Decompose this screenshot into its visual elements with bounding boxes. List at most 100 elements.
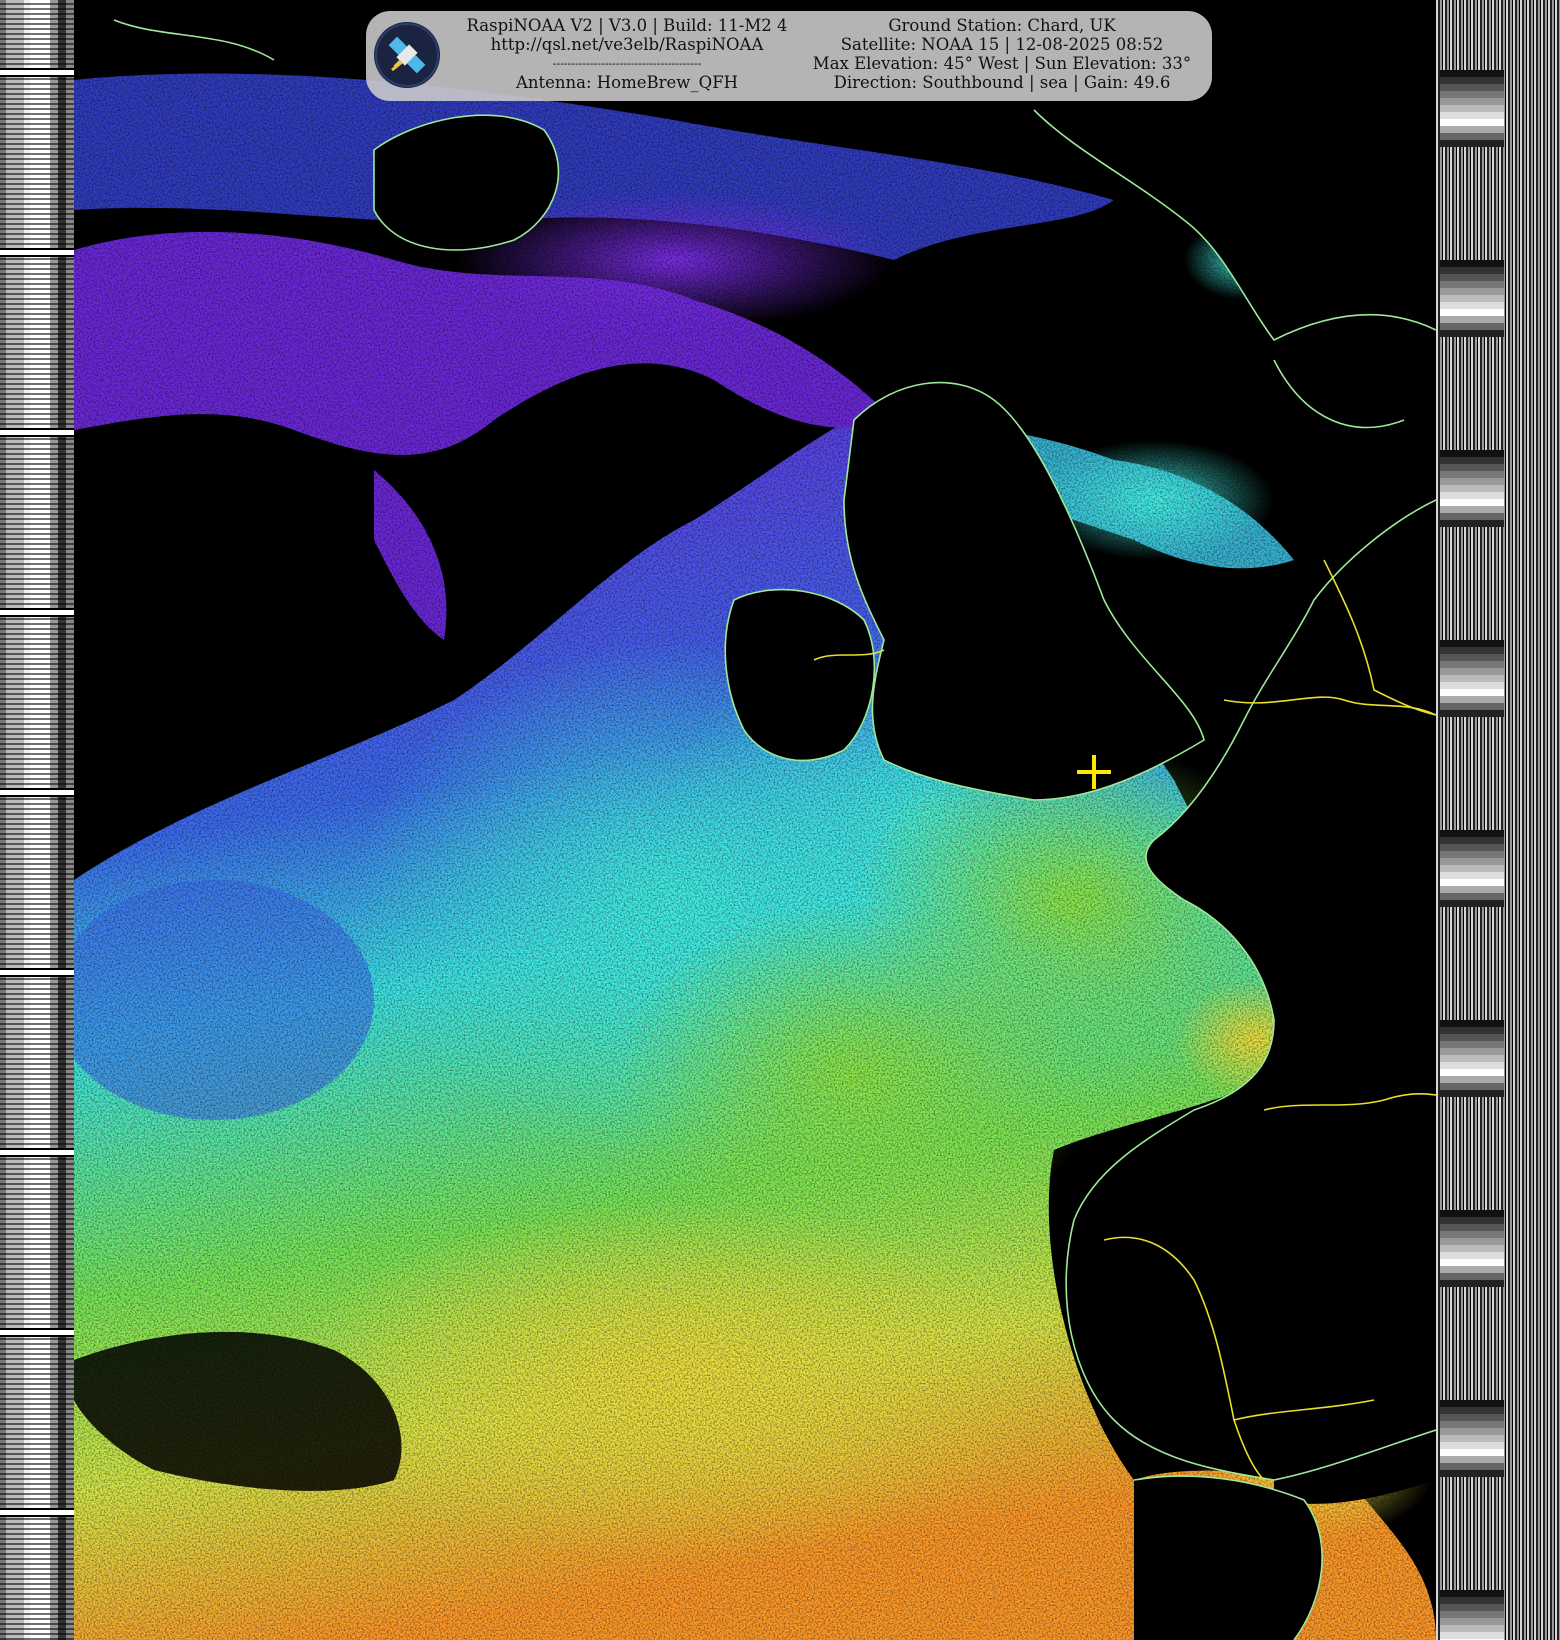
calibration-wedge-step xyxy=(1440,1590,1504,1597)
calibration-wedge-step xyxy=(1440,1252,1504,1259)
calibration-wedge-step xyxy=(1440,133,1504,140)
calibration-wedge-step xyxy=(1440,1435,1504,1442)
calibration-wedge-step xyxy=(1440,851,1504,858)
calibration-wedge-step xyxy=(1440,1083,1504,1090)
calibration-wedge-step xyxy=(1440,1632,1504,1639)
calibration-wedge-step xyxy=(1440,1020,1504,1027)
calibration-wedge-step xyxy=(1440,119,1504,126)
calibration-wedge-step xyxy=(1440,1062,1504,1069)
calibration-wedge-step xyxy=(1440,112,1504,119)
calibration-wedge-step xyxy=(1440,682,1504,689)
sync-marker xyxy=(0,68,74,77)
calibration-wedge-step xyxy=(1440,1259,1504,1266)
calibration-wedge-step xyxy=(1440,1400,1504,1407)
calibration-wedge-step xyxy=(1440,140,1504,147)
calibration-wedge-step xyxy=(1440,471,1504,478)
software-info: RaspiNOAA V2 | V3.0 | Build: 11-M2 4 htt… xyxy=(462,16,792,92)
sync-marker xyxy=(0,248,74,257)
sync-marker xyxy=(0,788,74,797)
calibration-wedge-step xyxy=(1440,288,1504,295)
sync-marker xyxy=(0,428,74,437)
calibration-wedge-step xyxy=(1440,830,1504,837)
calibration-wedge-step xyxy=(1440,1069,1504,1076)
crosshair-vertical xyxy=(1092,755,1096,789)
calibration-wedge-step xyxy=(1440,640,1504,647)
calibration-wedge-step xyxy=(1440,1224,1504,1231)
sync-marker xyxy=(0,1508,74,1517)
calibration-wedge-step xyxy=(1440,893,1504,900)
calibration-wedge-step xyxy=(1440,1048,1504,1055)
satellite-logo-icon xyxy=(374,22,440,88)
calibration-wedge-step xyxy=(1440,302,1504,309)
calibration-wedge-step xyxy=(1440,900,1504,907)
calibration-wedge-step xyxy=(1440,872,1504,879)
info-divider: ---------------------------------------- xyxy=(552,57,702,70)
calibration-wedge-step xyxy=(1440,70,1504,77)
calibration-wedge-step xyxy=(1440,1618,1504,1625)
calibration-wedge-step xyxy=(1440,1456,1504,1463)
project-url: http://qsl.net/ve3elb/RaspiNOAA xyxy=(490,35,764,54)
calibration-wedge-step xyxy=(1440,647,1504,654)
calibration-wedge-step xyxy=(1440,1449,1504,1456)
satellite-map xyxy=(74,0,1436,1640)
calibration-wedge-step xyxy=(1440,844,1504,851)
calibration-wedge-step xyxy=(1440,295,1504,302)
calibration-wedge-step xyxy=(1440,492,1504,499)
calibration-wedge-step xyxy=(1440,1210,1504,1217)
ground-station-crosshair-icon xyxy=(1077,755,1111,789)
calibration-wedge-step xyxy=(1440,485,1504,492)
calibration-wedge-step xyxy=(1440,703,1504,710)
calibration-wedge-step xyxy=(1440,675,1504,682)
calibration-wedge-step xyxy=(1440,858,1504,865)
calibration-wedge-step xyxy=(1440,77,1504,84)
elevation-info: Max Elevation: 45° West | Sun Elevation:… xyxy=(812,54,1192,73)
sync-marker xyxy=(0,968,74,977)
calibration-wedge-step xyxy=(1440,267,1504,274)
calibration-wedge-step xyxy=(1440,1414,1504,1421)
calibration-wedge-step xyxy=(1440,696,1504,703)
calibration-wedge-step xyxy=(1440,689,1504,696)
sync-marker xyxy=(0,1328,74,1337)
calibration-wedge-step xyxy=(1440,316,1504,323)
calibration-wedge-step xyxy=(1440,457,1504,464)
calibration-wedge-step xyxy=(1440,330,1504,337)
calibration-wedge-step xyxy=(1440,309,1504,316)
calibration-wedge-step xyxy=(1440,513,1504,520)
calibration-wedge-step xyxy=(1440,886,1504,893)
calibration-wedge-step xyxy=(1440,126,1504,133)
telemetry-strip-right xyxy=(1436,0,1560,1640)
calibration-wedge-step xyxy=(1440,1273,1504,1280)
calibration-wedge-step xyxy=(1440,499,1504,506)
software-version: RaspiNOAA V2 | V3.0 | Build: 11-M2 4 xyxy=(466,16,788,35)
calibration-wedge-step xyxy=(1440,1231,1504,1238)
calibration-wedge-step xyxy=(1440,1407,1504,1414)
antenna-info: Antenna: HomeBrew_QFH xyxy=(515,73,739,92)
calibration-wedge-step xyxy=(1440,1055,1504,1062)
calibration-wedge-step xyxy=(1440,323,1504,330)
pass-details: Ground Station: Chard, UK Satellite: NOA… xyxy=(798,16,1206,92)
calibration-wedge-step xyxy=(1440,710,1504,717)
calibration-wedge-step xyxy=(1440,274,1504,281)
calibration-wedge-step xyxy=(1440,1280,1504,1287)
calibration-wedge-step xyxy=(1440,98,1504,105)
calibration-wedge-step xyxy=(1440,478,1504,485)
calibration-wedge-step xyxy=(1440,654,1504,661)
sync-marker xyxy=(0,1148,74,1157)
calibration-wedge-step xyxy=(1440,1604,1504,1611)
calibration-wedge-step xyxy=(1440,1470,1504,1477)
calibration-wedge-step xyxy=(1440,450,1504,457)
calibration-wedge-step xyxy=(1440,281,1504,288)
calibration-wedges xyxy=(1440,70,1504,1640)
calibration-wedge-step xyxy=(1440,1034,1504,1041)
calibration-wedge-step xyxy=(1440,1245,1504,1252)
calibration-wedge-step xyxy=(1440,1238,1504,1245)
calibration-wedge-step xyxy=(1440,1428,1504,1435)
calibration-wedge-step xyxy=(1440,1442,1504,1449)
calibration-wedge-step xyxy=(1440,1266,1504,1273)
calibration-wedge-step xyxy=(1440,506,1504,513)
satellite-info: Satellite: NOAA 15 | 12-08-2025 08:52 xyxy=(840,35,1164,54)
calibration-wedge-step xyxy=(1440,865,1504,872)
direction-info: Direction: Southbound | sea | Gain: 49.6 xyxy=(833,73,1171,92)
calibration-wedge-step xyxy=(1440,1421,1504,1428)
ground-station-info: Ground Station: Chard, UK xyxy=(888,16,1116,35)
